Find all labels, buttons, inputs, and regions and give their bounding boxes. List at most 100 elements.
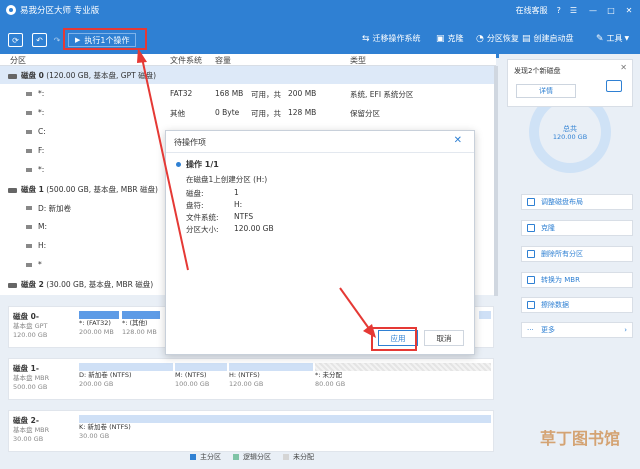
diskmap-segment[interactable]: D: 新加卷 (NTFS) 200.00 GB (79, 363, 173, 389)
details-button[interactable]: 详情 (516, 84, 576, 98)
disk-info: (120.00 GB, 基本盘, GPT 磁盘) (46, 71, 157, 80)
segment-size: 80.00 GB (315, 380, 346, 388)
pending-operations-dialog: 待操作项 ✕ 操作 1/1 在磁盘1上创建分区 (H:) 磁盘: 1 盘符: H: … (165, 130, 475, 355)
action-label: 调整磁盘布局 (541, 198, 583, 206)
col-filesystem[interactable]: 文件系统 (170, 55, 202, 66)
cancel-button[interactable]: 取消 (424, 330, 464, 346)
segment-size: 128.00 MB (122, 328, 157, 336)
legend-primary: 主分区 (190, 452, 221, 462)
partition-icon (26, 225, 32, 229)
disk-row[interactable]: 磁盘 0 (120.00 GB, 基本盘, GPT 磁盘) (0, 66, 496, 84)
segment-bar (122, 311, 160, 319)
convert-to-mbr-button[interactable]: 转换为 MBR (521, 272, 633, 288)
diskmap-segment[interactable]: K: 新加卷 (NTFS) 30.00 GB (79, 415, 491, 441)
wipe-data-button[interactable]: 擦除数据 (521, 297, 633, 313)
minimize-button[interactable]: — (586, 6, 600, 15)
disk-info: (500.00 GB, 基本盘, MBR 磁盘) (46, 185, 158, 194)
diskmap-disk-type: 基本盘 MBR (13, 374, 50, 382)
partition-icon (26, 149, 32, 153)
layout-icon (527, 198, 535, 206)
migrate-os-button[interactable]: ⇆ 迁移操作系统 (362, 33, 421, 44)
diskmap-disk-size: 30.00 GB (13, 435, 44, 443)
clone-button[interactable]: ▣ 克隆 (436, 33, 464, 44)
disk-icon (8, 73, 17, 79)
partition-name: *: (38, 108, 45, 117)
clone-disk-button[interactable]: 克隆 (521, 220, 633, 236)
close-window-button[interactable]: ✕ (622, 6, 636, 15)
undo-button[interactable]: ↶ (32, 33, 47, 47)
partition-total: 200 MB (288, 89, 317, 98)
redo-button[interactable]: ↷ (51, 33, 63, 47)
diskmap-segment[interactable]: *: (其他) 128.00 MB (122, 311, 160, 337)
legend-logical: 逻辑分区 (233, 452, 271, 462)
disk-icon (606, 80, 622, 92)
execute-highlight-box (63, 28, 147, 50)
col-type[interactable]: 类型 (350, 55, 366, 66)
action-label: 克隆 (541, 224, 555, 232)
create-boot-disk-button[interactable]: ▤ 创建启动盘 (522, 33, 574, 44)
diskmap-segment[interactable]: H: (NTFS) 120.00 GB (229, 363, 313, 389)
field-key: 文件系统: (186, 213, 219, 222)
help-icon[interactable]: ? (557, 6, 561, 15)
operation-description: 在磁盘1上创建分区 (H:) (186, 175, 268, 184)
donut-value: 120.00 GB (552, 133, 588, 141)
partition-type: 保留分区 (350, 109, 380, 118)
operation-label: 操作 1/1 (176, 159, 219, 170)
partition-legend: 主分区 逻辑分区 未分配 (190, 452, 326, 462)
close-icon[interactable]: ✕ (620, 63, 627, 72)
partition-recovery-button[interactable]: ◔ 分区恢复 (476, 33, 519, 44)
col-capacity[interactable]: 容量 (215, 55, 231, 66)
delete-all-partitions-button[interactable]: 删除所有分区 (521, 246, 633, 262)
partition-row[interactable]: *: FAT32 168 MB 可用，共 200 MB 系统, EFI 系统分区 (0, 85, 496, 103)
segment-size: 120.00 GB (229, 380, 264, 388)
partition-recovery-label: 分区恢复 (486, 34, 519, 43)
disk-name: 磁盘 1 (21, 185, 44, 194)
vertical-scrollbar[interactable] (494, 66, 498, 296)
adjust-disk-layout-button[interactable]: 调整磁盘布局 (521, 194, 633, 210)
segment-size: 200.00 GB (79, 380, 114, 388)
col-partition[interactable]: 分区 (10, 55, 26, 66)
partition-name: D: 新加卷 (38, 204, 72, 213)
partition-name: *: (38, 165, 45, 174)
eraser-icon (527, 301, 535, 309)
diskmap-segment[interactable]: M: (NTFS) 100.00 GB (175, 363, 227, 389)
partition-icon (26, 92, 32, 96)
segment-label: M: (NTFS) (175, 371, 207, 379)
online-support-link[interactable]: 在线客服 (516, 5, 548, 16)
menu-icon[interactable]: ☰ (570, 6, 577, 15)
field-key: 分区大小: (186, 225, 219, 234)
diskmap-label: 磁盘 2- 基本盘 MBR 30.00 GB (13, 415, 73, 444)
partition-cap: 168 MB (215, 89, 244, 98)
tools-button[interactable]: ✎ 工具 ▼ (596, 33, 629, 44)
dialog-close-icon[interactable]: ✕ (454, 135, 462, 146)
partition-name: *: (38, 89, 45, 98)
partition-cap: 0 Byte (215, 108, 240, 117)
diskmap-block[interactable]: 磁盘 1- 基本盘 MBR 500.00 GB D: 新加卷 (NTFS) 20… (8, 358, 494, 400)
more-button[interactable]: ··· 更多 › (521, 322, 633, 338)
partition-row[interactable]: *: 其他 0 Byte 可用，共 128 MB 保留分区 (0, 104, 496, 122)
disk-name: 磁盘 0 (21, 71, 44, 80)
partition-name: M: (38, 222, 47, 231)
segment-bar (79, 311, 119, 319)
diskmap-segment[interactable]: *: (FAT32) 200.00 MB (79, 311, 119, 337)
wrench-icon: ✎ (596, 33, 604, 44)
diskmap-segment[interactable]: *: 未分配 80.00 GB (315, 363, 491, 389)
segment-bar (229, 363, 313, 371)
convert-icon (527, 276, 535, 284)
field-key: 磁盘: (186, 189, 204, 198)
field-key: 盘符: (186, 201, 204, 210)
segment-label: H: (NTFS) (229, 371, 260, 379)
refresh-button[interactable]: ⟳ (8, 33, 23, 47)
maximize-button[interactable]: □ (604, 6, 618, 15)
apply-highlight-box (371, 327, 417, 351)
segment-bar (175, 363, 227, 371)
action-label: 删除所有分区 (541, 250, 583, 258)
diskmap-disk-name: 磁盘 1- (13, 364, 39, 373)
logical-swatch-icon (233, 454, 239, 460)
disk-name: 磁盘 2 (21, 280, 44, 289)
partition-name: F: (38, 146, 45, 155)
partition-type: 系统, EFI 系统分区 (350, 90, 414, 99)
migrate-os-label: 迁移操作系统 (372, 34, 421, 43)
diskmap-block[interactable]: 磁盘 2- 基本盘 MBR 30.00 GB K: 新加卷 (NTFS) 30.… (8, 410, 494, 452)
segment-size: 200.00 MB (79, 328, 114, 336)
